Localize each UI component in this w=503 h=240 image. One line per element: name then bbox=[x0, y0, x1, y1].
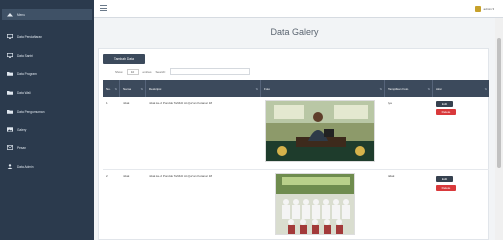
folder-icon bbox=[6, 109, 13, 114]
cell-tampilkan-foto: tidak bbox=[388, 174, 395, 178]
show-label: Show bbox=[115, 69, 123, 74]
table-row: 2 nikat nikat ke-2 Pondok Tahfidz Al-Qur… bbox=[103, 170, 489, 240]
folder-icon bbox=[6, 90, 13, 95]
sidebar-item-data-pengumuman[interactable]: Data Pengumuman bbox=[2, 106, 92, 117]
main-content: Data Galery Tambah Data Show 10 entries … bbox=[94, 18, 495, 240]
column-header-foto[interactable]: Foto ⇅ bbox=[261, 80, 385, 97]
table-header: No. ⇅ Nama ⇅ Deskripsi ⇅ Foto ⇅ Tampilkan Fo… bbox=[103, 80, 489, 97]
mail-icon bbox=[6, 145, 13, 150]
cell-deskripsi: nikat ke-2 Pondok Tahfidz Al-Qur'an Kota… bbox=[149, 174, 213, 178]
column-header-label: No. bbox=[106, 86, 111, 91]
column-header-no[interactable]: No. ⇅ bbox=[103, 80, 120, 97]
sidebar: Menu Data Pendaftaran Data Santri Data P… bbox=[0, 0, 94, 240]
cell-tampilkan-foto: iya bbox=[388, 101, 392, 105]
cell-deskripsi: nikat ke-2 Pondok Tahfidz Al-Qur'an Kota… bbox=[149, 101, 213, 105]
sidebar-item-data-program[interactable]: Data Program bbox=[2, 68, 92, 79]
entries-select[interactable]: 10 bbox=[126, 68, 139, 75]
entries-label: entries bbox=[142, 69, 152, 74]
column-header-nama[interactable]: Nama ⇅ bbox=[120, 80, 146, 97]
user-menu-label: admin ▾ bbox=[483, 7, 494, 11]
dashboard-icon bbox=[6, 12, 13, 17]
column-header-tampilkan-foto[interactable]: Tampilkan Foto ⇅ bbox=[385, 80, 433, 97]
sort-icon: ⇅ bbox=[484, 87, 487, 91]
column-header-aksi[interactable]: Aksi ⇅ bbox=[433, 80, 489, 97]
sidebar-item-label: Data Pengumuman bbox=[17, 109, 45, 114]
sidebar-item-data-wali[interactable]: Data Wali bbox=[2, 87, 92, 98]
sidebar-item-galery[interactable]: Galery bbox=[2, 124, 92, 135]
gallery-panel: Tambah Data Show 10 entries Search: No. ⇅… bbox=[98, 48, 489, 240]
user-icon bbox=[6, 164, 13, 169]
edit-button[interactable]: Edit bbox=[436, 101, 453, 107]
monitor-icon bbox=[6, 34, 13, 39]
column-header-label: Deskripsi bbox=[149, 86, 162, 91]
sidebar-item-label: Data Admin bbox=[17, 164, 34, 169]
gallery-photo bbox=[275, 173, 355, 235]
avatar bbox=[475, 6, 482, 12]
column-header-label: Tampilkan Foto bbox=[388, 86, 409, 91]
cell-no: 2 bbox=[106, 174, 108, 178]
sort-icon: ⇅ bbox=[379, 87, 382, 91]
sort-icon: ⇅ bbox=[114, 87, 117, 91]
sidebar-item-data-pendaftaran[interactable]: Data Pendaftaran bbox=[2, 31, 92, 42]
column-header-deskripsi[interactable]: Deskripsi ⇅ bbox=[146, 80, 261, 97]
cell-no: 1 bbox=[106, 101, 108, 105]
edit-button[interactable]: Edit bbox=[436, 176, 453, 182]
cell-nama: nikat bbox=[123, 174, 130, 178]
sort-icon: ⇅ bbox=[427, 87, 430, 91]
folder-icon bbox=[6, 71, 13, 76]
user-menu[interactable]: admin ▾ bbox=[475, 6, 494, 12]
sort-icon: ⇅ bbox=[255, 87, 258, 91]
page-title: Data Galery bbox=[270, 27, 319, 37]
sidebar-item-pesan[interactable]: Pesan bbox=[2, 142, 92, 153]
column-header-label: Foto bbox=[264, 86, 271, 91]
cell-nama: nikat bbox=[123, 101, 130, 105]
sidebar-item-label: Data Wali bbox=[17, 90, 31, 95]
table-controls: Show 10 entries Search: bbox=[115, 68, 250, 75]
sidebar-item-label: Menu bbox=[17, 12, 25, 17]
sidebar-item-label: Galery bbox=[17, 127, 27, 132]
sidebar-item-label: Data Pendaftaran bbox=[17, 34, 42, 39]
column-header-label: Nama bbox=[123, 86, 132, 91]
gallery-photo bbox=[265, 100, 375, 162]
sidebar-item-menu[interactable]: Menu bbox=[2, 9, 92, 20]
monitor-icon bbox=[6, 53, 13, 58]
entries-select-value: 10 bbox=[130, 69, 135, 74]
sidebar-item-label: Data Program bbox=[17, 71, 37, 76]
delete-button[interactable]: Delete bbox=[436, 185, 456, 191]
sidebar-item-label: Pesan bbox=[17, 145, 27, 150]
scrollbar-thumb[interactable] bbox=[497, 38, 501, 168]
sidebar-item-data-admin[interactable]: Data Admin bbox=[2, 161, 92, 172]
table-row: 1 nikat nikat ke-2 Pondok Tahfidz Al-Qur… bbox=[103, 97, 489, 170]
sidebar-item-label: Data Santri bbox=[17, 53, 33, 58]
delete-button[interactable]: Delete bbox=[436, 109, 456, 115]
add-data-button[interactable]: Tambah Data bbox=[103, 54, 145, 64]
topbar: admin ▾ bbox=[94, 0, 503, 18]
page-scrollbar[interactable] bbox=[495, 18, 503, 240]
sort-icon: ⇅ bbox=[140, 87, 143, 91]
search-label: Search: bbox=[155, 69, 166, 74]
sidebar-item-data-santri[interactable]: Data Santri bbox=[2, 50, 92, 61]
column-header-label: Aksi bbox=[436, 86, 442, 91]
search-input[interactable] bbox=[169, 68, 250, 75]
image-icon bbox=[6, 127, 13, 132]
hamburger-menu-icon[interactable] bbox=[100, 5, 107, 12]
